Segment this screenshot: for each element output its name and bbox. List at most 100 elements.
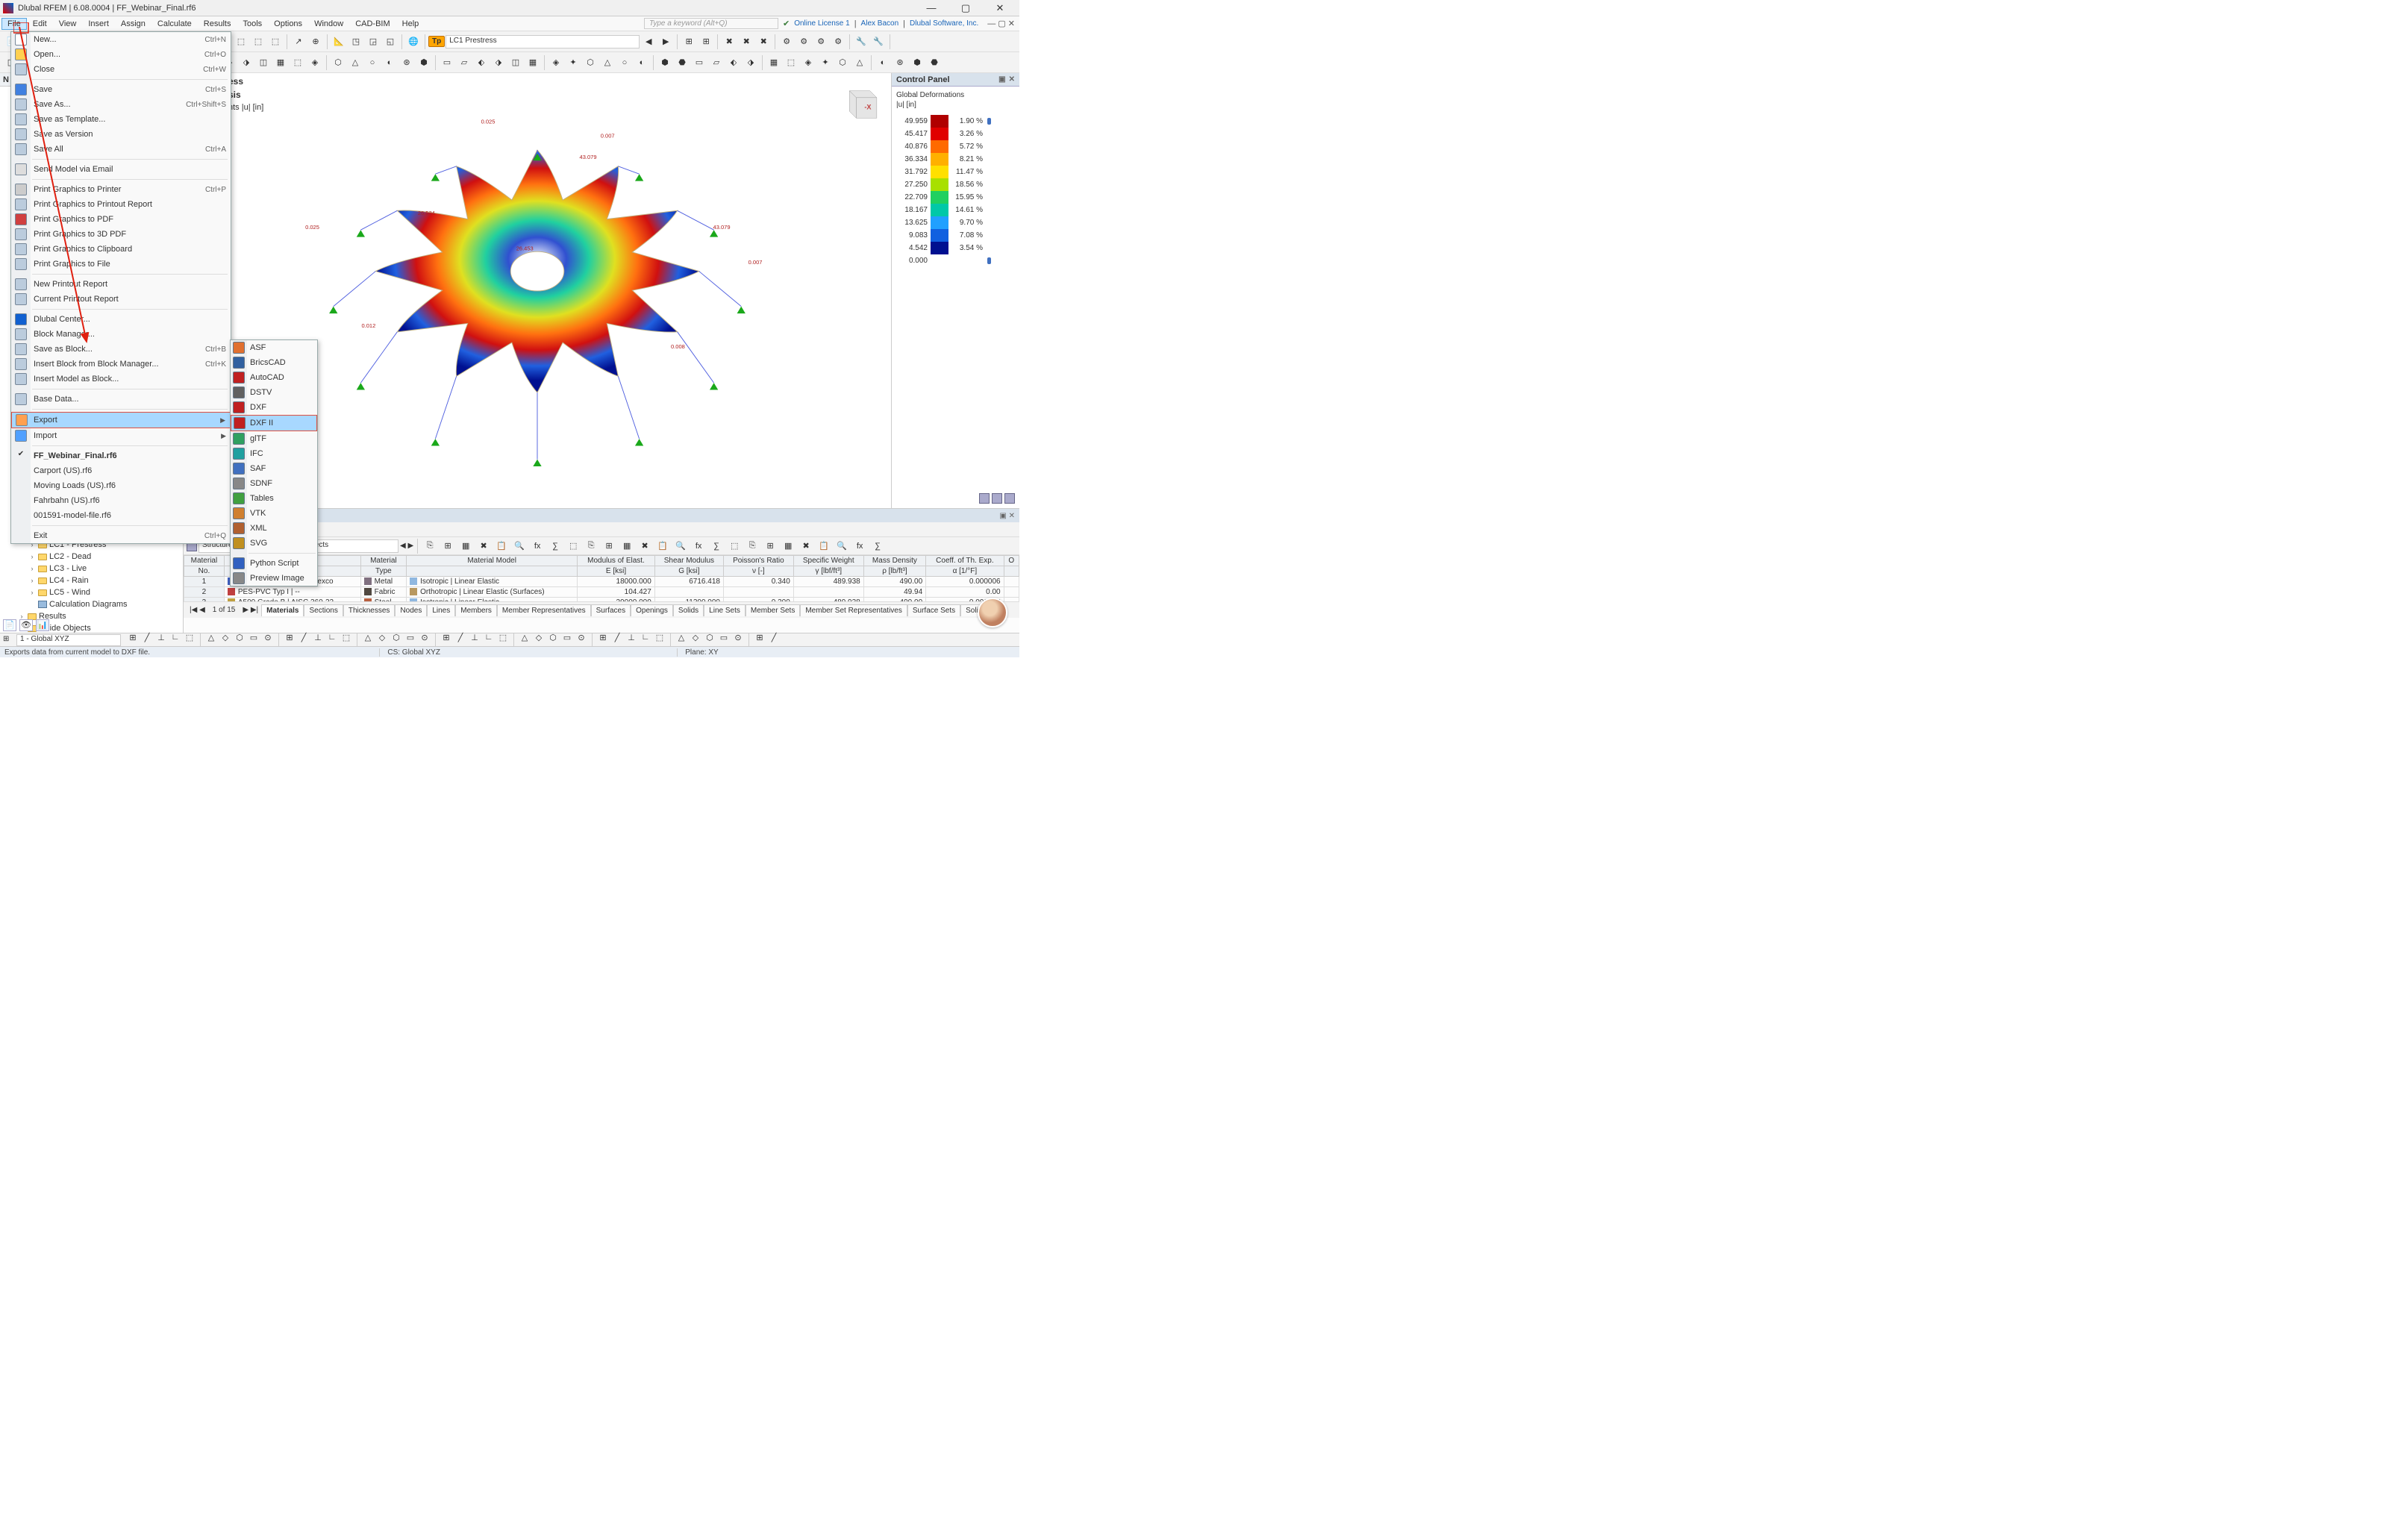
file-menu-current-printout-report[interactable]: Current Printout Report <box>11 292 231 307</box>
toolbar-button[interactable]: ◫ <box>255 54 272 71</box>
toolbar-button[interactable]: ⬖ <box>725 54 742 71</box>
toolbar-button[interactable]: 🔧 <box>853 34 869 50</box>
table-tool[interactable]: ∑ <box>869 538 886 554</box>
toolbar-button[interactable]: ⬚ <box>233 34 249 50</box>
tree-calculation-diagrams[interactable]: Calculation Diagrams <box>3 598 183 610</box>
export-tables[interactable]: Tables <box>231 491 317 506</box>
toolbar-button[interactable]: ⬡ <box>330 54 346 71</box>
close-icon[interactable]: ✕ <box>1009 75 1015 84</box>
snap-tool[interactable]: ▭ <box>248 633 260 643</box>
toolbar-button[interactable]: ⬢ <box>909 54 925 71</box>
file-menu-insert-block-from-block-manager[interactable]: Insert Block from Block Manager...Ctrl+K <box>11 357 231 372</box>
snap-tool[interactable]: ⬚ <box>654 633 666 643</box>
maximize-button[interactable]: ▢ <box>952 1 979 16</box>
close-button[interactable]: ✕ <box>987 1 1013 16</box>
snap-tool[interactable]: ╱ <box>298 633 310 643</box>
toolbar-button[interactable]: ⬣ <box>926 54 943 71</box>
company-link[interactable]: Dlubal Software, Inc. <box>910 19 978 28</box>
toolbar-button[interactable]: ⚙ <box>796 34 812 50</box>
snap-tool[interactable]: ╱ <box>454 633 466 643</box>
menu-options[interactable]: Options <box>268 18 308 30</box>
tab-thicknesses[interactable]: Thicknesses <box>343 604 396 616</box>
file-menu-save-as[interactable]: Save As...Ctrl+Shift+S <box>11 97 231 112</box>
panel-mode-icons[interactable] <box>979 493 1015 504</box>
file-menu-close[interactable]: CloseCtrl+W <box>11 62 231 77</box>
table-tool[interactable]: 📋 <box>493 538 510 554</box>
toolbar-button[interactable]: △ <box>599 54 616 71</box>
tab-members[interactable]: Members <box>455 604 497 616</box>
export-bricscad[interactable]: BricsCAD <box>231 355 317 370</box>
snap-tool[interactable]: △ <box>519 633 531 643</box>
export-saf[interactable]: SAF <box>231 461 317 476</box>
table-tool[interactable]: ⊞ <box>440 538 456 554</box>
snap-tool[interactable]: ⊞ <box>127 633 139 643</box>
toolbar-button[interactable]: ✦ <box>817 54 834 71</box>
tab-member-sets[interactable]: Member Sets <box>746 604 800 616</box>
snap-tool[interactable]: ⊞ <box>440 633 452 643</box>
tab-lines[interactable]: Lines <box>427 604 455 616</box>
file-menu-save-all[interactable]: Save AllCtrl+A <box>11 142 231 157</box>
toolbar-button[interactable]: ⬗ <box>743 54 759 71</box>
table-tool[interactable]: ⬚ <box>726 538 743 554</box>
snap-tool[interactable]: ∟ <box>483 633 495 643</box>
menu-window[interactable]: Window <box>308 18 349 30</box>
minimize-button[interactable]: — <box>918 1 945 16</box>
cs-dropdown[interactable]: 1 - Global XYZ <box>16 634 121 646</box>
snap-tool[interactable]: ∟ <box>169 633 181 643</box>
toolbar-button[interactable]: ◲ <box>365 34 381 50</box>
snap-tool[interactable]: ∟ <box>326 633 338 643</box>
snap-tool[interactable]: ▭ <box>404 633 416 643</box>
snap-tool[interactable]: ⬡ <box>547 633 559 643</box>
file-menu-print-graphics-to-printout-report[interactable]: Print Graphics to Printout Report <box>11 197 231 212</box>
file-menu-print-graphics-to-pdf[interactable]: Print Graphics to PDF <box>11 212 231 227</box>
toolbar-button[interactable]: ▱ <box>708 54 725 71</box>
toolbar-button[interactable]: ○ <box>364 54 381 71</box>
export-ifc[interactable]: IFC <box>231 446 317 461</box>
file-menu-send-model-via-email[interactable]: Send Model via Email <box>11 162 231 177</box>
export-gltf[interactable]: glTF <box>231 431 317 446</box>
toolbar-button[interactable]: ✖ <box>721 34 737 50</box>
table-tool[interactable]: 🔍 <box>834 538 850 554</box>
export-sdnf[interactable]: SDNF <box>231 476 317 491</box>
file-menu-new[interactable]: New...Ctrl+N <box>11 32 231 47</box>
snap-tool[interactable]: ⊙ <box>262 633 274 643</box>
toolbar-button[interactable]: ⚙ <box>830 34 846 50</box>
toolbar-button[interactable]: ⬗ <box>238 54 254 71</box>
file-menu-exit[interactable]: ExitCtrl+Q <box>11 528 231 543</box>
table-tool[interactable]: ∑ <box>708 538 725 554</box>
file-menu-fahrbahn-us-rf6[interactable]: Fahrbahn (US).rf6 <box>11 493 231 508</box>
toolbar-button[interactable]: ◈ <box>800 54 816 71</box>
table-tool[interactable]: ✖ <box>475 538 492 554</box>
tab-surfaces[interactable]: Surfaces <box>591 604 631 616</box>
snap-tool[interactable]: ◇ <box>376 633 388 643</box>
toolbar-button[interactable]: ⊛ <box>398 54 415 71</box>
file-menu-print-graphics-to-file[interactable]: Print Graphics to File <box>11 257 231 272</box>
menu-tools[interactable]: Tools <box>237 18 268 30</box>
table-tool[interactable]: ▦ <box>619 538 635 554</box>
toolbar-button[interactable]: ⬚ <box>783 54 799 71</box>
toolbar-button[interactable]: ◳ <box>348 34 364 50</box>
tab-materials[interactable]: Materials <box>261 604 304 616</box>
file-menu-carport-us-rf6[interactable]: Carport (US).rf6 <box>11 463 231 478</box>
toolbar-button[interactable]: ◫ <box>507 54 524 71</box>
toolbar-button[interactable]: △ <box>347 54 363 71</box>
tab-nodes[interactable]: Nodes <box>395 604 427 616</box>
toolbar-button[interactable]: ⬡ <box>834 54 851 71</box>
snap-tool[interactable]: ⊞ <box>754 633 766 643</box>
file-menu-dlubal-center[interactable]: Dlubal Center... <box>11 312 231 327</box>
file-menu-moving-loads-us-rf6[interactable]: Moving Loads (US).rf6 <box>11 478 231 493</box>
toolbar-button[interactable]: ⬢ <box>657 54 673 71</box>
menu-calculate[interactable]: Calculate <box>151 18 198 30</box>
user-link[interactable]: Alex Bacon <box>861 19 899 28</box>
toolbar-button[interactable]: ⬡ <box>582 54 598 71</box>
toolbar-button[interactable]: ⬚ <box>267 34 284 50</box>
toolbar-button[interactable]: ⬢ <box>416 54 432 71</box>
table-tool[interactable]: ⎘ <box>583 538 599 554</box>
file-menu-save-as-template[interactable]: Save as Template... <box>11 112 231 127</box>
file-menu-dropdown[interactable]: New...Ctrl+NOpen...Ctrl+OCloseCtrl+WSave… <box>10 31 231 544</box>
tab-sections[interactable]: Sections <box>304 604 343 616</box>
menu-insert[interactable]: Insert <box>82 18 115 30</box>
tree-lc4-rain[interactable]: ›LC4 - Rain <box>3 575 183 586</box>
export-dstv[interactable]: DSTV <box>231 385 317 400</box>
toolbar-button[interactable]: 📐 <box>331 34 347 50</box>
